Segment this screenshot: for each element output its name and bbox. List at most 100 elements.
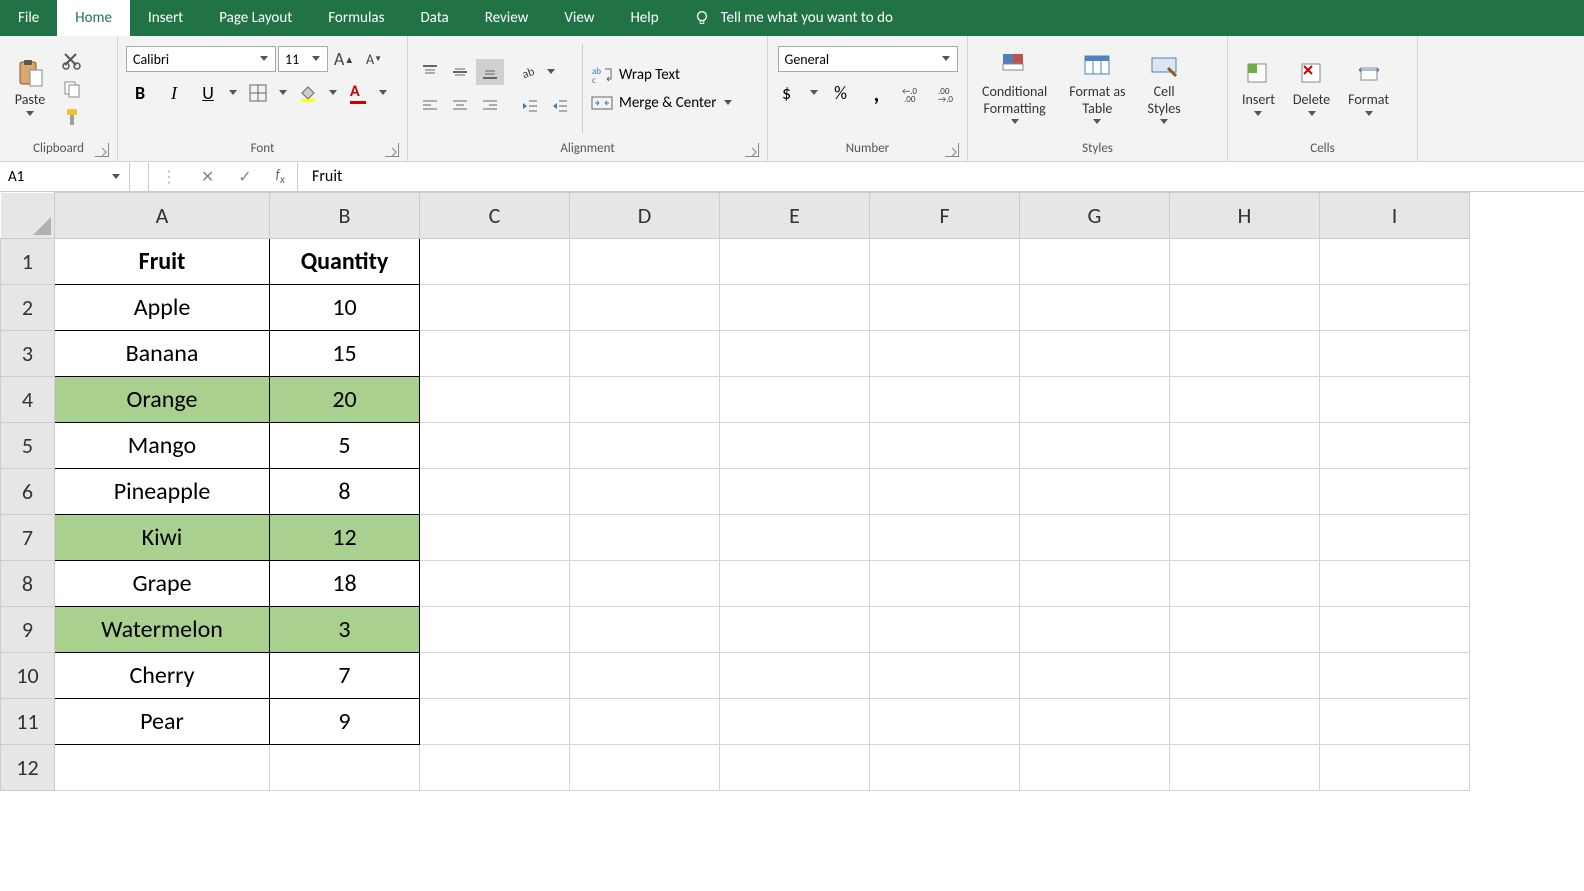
increase-indent-button[interactable]: [546, 93, 574, 119]
cell-D3[interactable]: [570, 331, 720, 377]
cell-G8[interactable]: [1020, 561, 1170, 607]
cell-C1[interactable]: [420, 239, 570, 285]
column-header-D[interactable]: D: [570, 193, 720, 239]
row-header-8[interactable]: 8: [1, 561, 55, 607]
cell-C11[interactable]: [420, 699, 570, 745]
align-top-button[interactable]: [416, 59, 444, 85]
cut-button[interactable]: [58, 48, 86, 74]
name-box[interactable]: A1: [0, 162, 130, 191]
cell-G4[interactable]: [1020, 377, 1170, 423]
cell-A12[interactable]: [55, 745, 270, 791]
cell-F1[interactable]: [870, 239, 1020, 285]
cell-C8[interactable]: [420, 561, 570, 607]
cell-E1[interactable]: [720, 239, 870, 285]
increase-font-button[interactable]: A▲: [330, 46, 358, 72]
cell-H8[interactable]: [1170, 561, 1320, 607]
comma-format-button[interactable]: ,: [863, 80, 891, 106]
cell-F8[interactable]: [870, 561, 1020, 607]
font-name-select[interactable]: Calibri: [126, 46, 276, 72]
format-cells-button[interactable]: Format: [1342, 56, 1395, 121]
select-all-corner[interactable]: [1, 193, 55, 239]
cell-E6[interactable]: [720, 469, 870, 515]
cell-E4[interactable]: [720, 377, 870, 423]
cell-I7[interactable]: [1320, 515, 1470, 561]
enter-formula-button[interactable]: ✓: [238, 167, 251, 187]
row-header-11[interactable]: 11: [1, 699, 55, 745]
tell-me-input[interactable]: Tell me what you want to do: [721, 9, 893, 27]
cell-D6[interactable]: [570, 469, 720, 515]
menu-tab-file[interactable]: File: [0, 0, 57, 36]
cell-I1[interactable]: [1320, 239, 1470, 285]
cell-A4[interactable]: Orange: [55, 377, 270, 423]
row-header-4[interactable]: 4: [1, 377, 55, 423]
cell-H5[interactable]: [1170, 423, 1320, 469]
align-center-button[interactable]: [446, 93, 474, 119]
cell-A1[interactable]: Fruit: [55, 239, 270, 285]
cell-H6[interactable]: [1170, 469, 1320, 515]
decrease-indent-button[interactable]: [516, 93, 544, 119]
paste-button[interactable]: Paste: [8, 56, 52, 121]
cell-E7[interactable]: [720, 515, 870, 561]
cell-B3[interactable]: 15: [270, 331, 420, 377]
cancel-formula-button[interactable]: ✕: [201, 167, 214, 187]
decrease-decimal-button[interactable]: .00→.0: [935, 80, 963, 106]
menu-tab-view[interactable]: View: [546, 0, 612, 36]
cell-I6[interactable]: [1320, 469, 1470, 515]
cell-G5[interactable]: [1020, 423, 1170, 469]
cell-F3[interactable]: [870, 331, 1020, 377]
cell-D4[interactable]: [570, 377, 720, 423]
merge-center-button[interactable]: Merge & Center: [591, 93, 733, 113]
align-bottom-button[interactable]: [476, 59, 504, 85]
cell-C7[interactable]: [420, 515, 570, 561]
cell-D1[interactable]: [570, 239, 720, 285]
cell-I8[interactable]: [1320, 561, 1470, 607]
number-format-select[interactable]: General: [778, 46, 958, 72]
number-dialog-launcher[interactable]: [945, 143, 959, 157]
column-header-A[interactable]: A: [55, 193, 270, 239]
cell-B9[interactable]: 3: [270, 607, 420, 653]
cell-B8[interactable]: 18: [270, 561, 420, 607]
cell-C10[interactable]: [420, 653, 570, 699]
cell-D7[interactable]: [570, 515, 720, 561]
cell-G11[interactable]: [1020, 699, 1170, 745]
cell-A6[interactable]: Pineapple: [55, 469, 270, 515]
cell-H2[interactable]: [1170, 285, 1320, 331]
font-dialog-launcher[interactable]: [385, 143, 399, 157]
cell-G3[interactable]: [1020, 331, 1170, 377]
cell-H4[interactable]: [1170, 377, 1320, 423]
format-painter-button[interactable]: [58, 104, 86, 130]
cell-G10[interactable]: [1020, 653, 1170, 699]
menu-tab-data[interactable]: Data: [402, 0, 466, 36]
increase-decimal-button[interactable]: ←.0.00: [899, 80, 927, 106]
cell-D2[interactable]: [570, 285, 720, 331]
cell-G2[interactable]: [1020, 285, 1170, 331]
cell-E8[interactable]: [720, 561, 870, 607]
conditional-formatting-button[interactable]: Conditional Formatting: [976, 48, 1053, 130]
cell-A10[interactable]: Cherry: [55, 653, 270, 699]
cell-I4[interactable]: [1320, 377, 1470, 423]
cell-A11[interactable]: Pear: [55, 699, 270, 745]
cell-I9[interactable]: [1320, 607, 1470, 653]
format-as-table-button[interactable]: Format as Table: [1063, 48, 1131, 130]
cell-F6[interactable]: [870, 469, 1020, 515]
clipboard-dialog-launcher[interactable]: [95, 143, 109, 157]
font-color-button[interactable]: A: [344, 80, 372, 106]
align-middle-button[interactable]: [446, 59, 474, 85]
cell-B2[interactable]: 10: [270, 285, 420, 331]
cell-F12[interactable]: [870, 745, 1020, 791]
cell-E2[interactable]: [720, 285, 870, 331]
orientation-button[interactable]: ab: [516, 59, 544, 85]
percent-format-button[interactable]: %: [827, 80, 855, 106]
cell-E3[interactable]: [720, 331, 870, 377]
cell-F5[interactable]: [870, 423, 1020, 469]
alignment-dialog-launcher[interactable]: [745, 143, 759, 157]
spreadsheet-grid[interactable]: ABCDEFGHI1FruitQuantity2Apple103Banana15…: [0, 192, 1584, 791]
cell-G9[interactable]: [1020, 607, 1170, 653]
formula-input[interactable]: Fruit: [298, 162, 1584, 191]
cell-H7[interactable]: [1170, 515, 1320, 561]
cell-C3[interactable]: [420, 331, 570, 377]
cell-I3[interactable]: [1320, 331, 1470, 377]
menu-tab-home[interactable]: Home: [57, 0, 130, 36]
row-header-2[interactable]: 2: [1, 285, 55, 331]
cell-D5[interactable]: [570, 423, 720, 469]
